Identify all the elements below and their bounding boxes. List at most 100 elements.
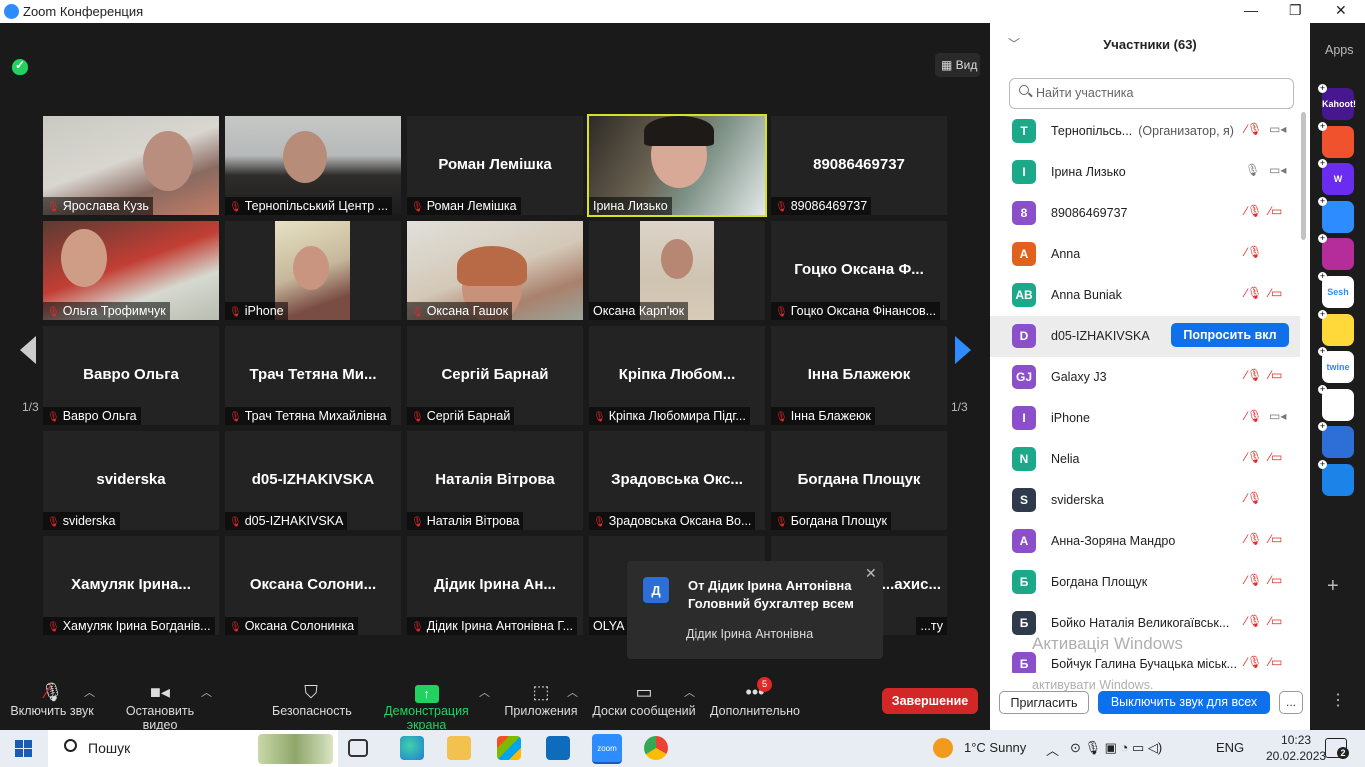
video-tile[interactable]: Оксана Солони... 🎙 Оксана Солонинка [225, 536, 401, 635]
tray-icons[interactable]: ⊙ 🎙 ▣ ◔ ▭ ◁) [1070, 740, 1162, 756]
mic-muted-icon[interactable]: ⁄🎙 [1245, 532, 1262, 546]
video-camera-icon[interactable]: ▭◂ [1269, 122, 1286, 136]
app-icon[interactable] [1322, 200, 1354, 233]
add-app-plus-icon[interactable]: + [1318, 384, 1327, 394]
mic-muted-icon[interactable]: ⁄🎙 [1245, 286, 1262, 300]
view-button[interactable]: ▦ Вид [935, 53, 980, 77]
apps-button[interactable]: ⬚ Приложения ︿ [503, 680, 579, 718]
close-icon[interactable]: ✕ [865, 565, 877, 582]
close-icon[interactable]: ✕ [1335, 2, 1347, 19]
whiteboards-button[interactable]: ▭ Доски сообщений ︿ [592, 680, 696, 718]
app-icon[interactable] [1322, 426, 1354, 459]
participant-row[interactable]: I Ірина Лизько 🎙 ▭◂ [990, 152, 1300, 193]
video-off-icon[interactable]: ⁄▭ [1269, 532, 1282, 546]
participant-row[interactable]: AB Anna Buniak ⁄🎙 ⁄▭ [990, 275, 1300, 316]
chevron-up-icon[interactable]: ︿ [201, 684, 212, 700]
app-icon[interactable] [1322, 388, 1354, 421]
participant-row[interactable]: GJ Galaxy J3 ⁄🎙 ⁄▭ [990, 357, 1300, 398]
participant-row[interactable]: IiPhone ⁄🎙 ▭◂ [990, 398, 1300, 439]
stop-video-button[interactable]: ■◂ Остановить видео ︿ [107, 680, 213, 732]
video-tile[interactable]: Богдана Площук 🎙 Богдана Площук [771, 431, 947, 530]
add-app-plus-icon[interactable]: + [1318, 309, 1327, 319]
weather-text[interactable]: 1°C Sunny [964, 740, 1026, 755]
add-app-plus-icon[interactable]: + [1318, 121, 1327, 131]
video-tile[interactable]: Вавро Ольга 🎙 Вавро Ольга [43, 326, 219, 425]
zoom-taskbar-icon[interactable]: zoom [592, 734, 622, 764]
video-off-icon[interactable]: ⁄▭ [1269, 573, 1282, 587]
video-tile[interactable]: Сергій Барнай 🎙 Сергій Барнай [407, 326, 583, 425]
app-icon[interactable]: Sesh [1322, 276, 1354, 308]
participant-row[interactable]: T Тернопільсь... (Организатор, я) ⁄🎙 ▭◂ [990, 111, 1300, 152]
chrome-icon[interactable] [644, 736, 668, 760]
participant-search-input[interactable]: Найти участника [1009, 78, 1294, 109]
end-meeting-button[interactable]: Завершение [882, 688, 978, 714]
unmute-button[interactable]: 🎙 ⁄ Включить звук ︿ [8, 680, 96, 718]
participant-row[interactable]: A Anna ⁄🎙 [990, 234, 1300, 275]
tray-chevron-up-icon[interactable]: ︿ [1046, 740, 1059, 759]
mic-icon[interactable]: 🎙 [1245, 163, 1260, 177]
mail-icon[interactable] [546, 736, 570, 760]
chevron-up-icon[interactable]: ︿ [567, 684, 578, 700]
edge-browser-icon[interactable] [400, 736, 424, 760]
mute-all-button[interactable]: Выключить звук для всех [1098, 691, 1270, 714]
ask-to-unmute-button[interactable]: Попросить вкл [1171, 323, 1289, 347]
mic-muted-icon[interactable]: ⁄🎙 [1245, 655, 1262, 669]
mic-muted-icon[interactable]: ⁄🎙 [1245, 573, 1262, 587]
security-button[interactable]: ⛉ Безопасность [272, 680, 352, 718]
video-tile[interactable]: 🎙 Ольга Трофимчук [43, 221, 219, 320]
taskbar-search[interactable]: Пошук [48, 730, 338, 767]
video-tile[interactable]: Кріпка Любом... 🎙 Кріпка Любомира Підг... [589, 326, 765, 425]
participant-row[interactable]: 8 89086469737 ⁄🎙 ⁄▭ [990, 193, 1300, 234]
clock[interactable]: 10:23 20.02.2023 [1266, 732, 1326, 764]
add-app-plus-icon[interactable]: + [1318, 460, 1327, 469]
mic-muted-icon[interactable]: ⁄🎙 [1245, 368, 1262, 382]
chevron-up-icon[interactable]: ︿ [84, 684, 95, 700]
add-app-plus-icon[interactable]: + [1318, 196, 1327, 206]
windows-start-icon[interactable] [15, 740, 32, 757]
video-tile[interactable]: Зрадовська Окс... 🎙 Зрадовська Оксана Во.… [589, 431, 765, 530]
video-off-icon[interactable]: ⁄▭ [1269, 204, 1282, 218]
video-tile[interactable]: sviderska 🎙 sviderska [43, 431, 219, 530]
app-icon[interactable] [1322, 238, 1354, 271]
mic-muted-icon[interactable]: ⁄🎙 [1245, 245, 1262, 259]
apps-more-icon[interactable]: ⋮ [1330, 690, 1346, 710]
minimize-icon[interactable]: — [1244, 2, 1258, 18]
active-speaker-tile[interactable]: Ірина Лизько [587, 114, 767, 217]
mic-muted-icon[interactable]: ⁄🎙 [1245, 491, 1262, 505]
chat-notification[interactable]: Д От Дідик Ірина Антонівна Головний бухг… [627, 561, 883, 659]
video-camera-icon[interactable]: ▭◂ [1269, 409, 1286, 423]
maximize-icon[interactable]: ❐ [1289, 2, 1302, 19]
mic-muted-icon[interactable]: ⁄🎙 [1245, 204, 1262, 218]
video-tile[interactable]: Трач Тетяна Ми... 🎙 Трач Тетяна Михайлівн… [225, 326, 401, 425]
participant-row[interactable]: Б Богдана Площук ⁄🎙 ⁄▭ [990, 562, 1300, 603]
app-icon[interactable] [1322, 313, 1354, 346]
invite-button[interactable]: Пригласить [999, 691, 1089, 714]
video-off-icon[interactable]: ⁄▭ [1269, 286, 1282, 300]
participant-list-scrollbar[interactable] [1301, 112, 1306, 240]
video-tile[interactable]: d05-IZHAKIVSKA 🎙 d05-IZHAKIVSKA [225, 431, 401, 530]
app-icon[interactable] [1322, 125, 1354, 158]
task-view-icon[interactable] [348, 739, 368, 757]
previous-page-arrow-icon[interactable] [20, 336, 36, 364]
chevron-up-icon[interactable]: ︿ [479, 684, 490, 700]
participant-row[interactable]: N Nelia ⁄🎙 ⁄▭ [990, 439, 1300, 480]
share-screen-button[interactable]: ↑ Демонстрация экрана ︿ [363, 680, 490, 732]
mic-muted-icon[interactable]: ⁄🎙 [1245, 409, 1262, 423]
add-app-plus-icon[interactable]: + [1318, 84, 1327, 93]
video-off-icon[interactable]: ⁄▭ [1269, 368, 1282, 382]
app-icon[interactable] [1322, 464, 1354, 496]
video-tile[interactable]: 🎙 iPhone [225, 221, 401, 320]
app-icon[interactable]: twine [1322, 351, 1354, 384]
video-tile[interactable]: 🎙 Тернопільський Центр ... [225, 116, 401, 215]
video-tile[interactable]: Дідик Ірина Ан... 🎙 Дідик Ірина Антонівна… [407, 536, 583, 635]
video-off-icon[interactable]: ⁄▭ [1269, 614, 1282, 628]
video-off-icon[interactable]: ⁄▭ [1269, 655, 1282, 669]
mic-muted-icon[interactable]: ⁄🎙 [1245, 122, 1262, 136]
language-indicator[interactable]: ENG [1216, 740, 1244, 755]
more-button[interactable]: ••• Дополнительно [709, 680, 801, 718]
participants-more-button[interactable]: ... [1279, 691, 1303, 714]
participant-row[interactable]: Ssviderska ⁄🎙 [990, 480, 1300, 521]
add-app-plus-icon[interactable]: + [1318, 272, 1327, 281]
app-icon[interactable]: Kahoot! [1322, 88, 1356, 120]
video-tile[interactable]: 🎙 Ярослава Кузь [43, 116, 219, 215]
